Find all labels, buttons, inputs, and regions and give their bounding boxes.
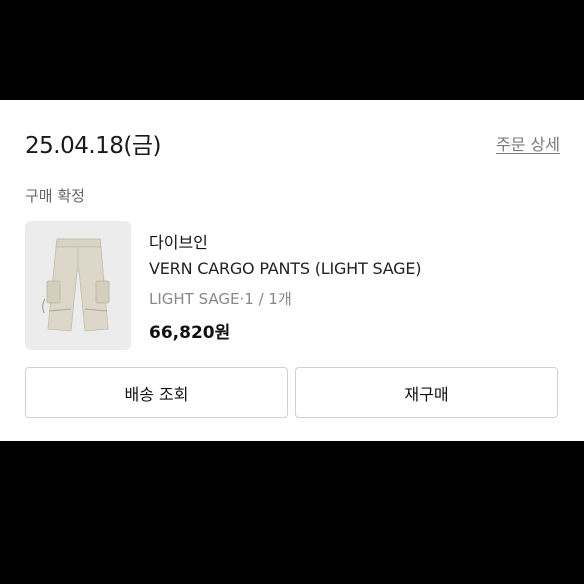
rebuy-button[interactable]: 재구매	[295, 367, 558, 418]
track-shipping-button[interactable]: 배송 조회	[25, 367, 288, 418]
product-thumbnail[interactable]	[25, 221, 131, 350]
cargo-pants-image	[25, 221, 131, 350]
product-brand[interactable]: 다이브인	[149, 229, 208, 253]
order-date: 25.04.18(금)	[25, 133, 162, 159]
top-black-bar	[0, 0, 584, 100]
order-status: 구매 확정	[25, 187, 85, 205]
product-name[interactable]: VERN CARGO PANTS (LIGHT SAGE)	[149, 259, 422, 278]
product-option: LIGHT SAGE·1 / 1개	[149, 290, 292, 308]
product-price: 66,820원	[149, 323, 231, 343]
bottom-black-bar	[0, 441, 584, 584]
order-detail-link[interactable]: 주문 상세	[496, 131, 560, 155]
